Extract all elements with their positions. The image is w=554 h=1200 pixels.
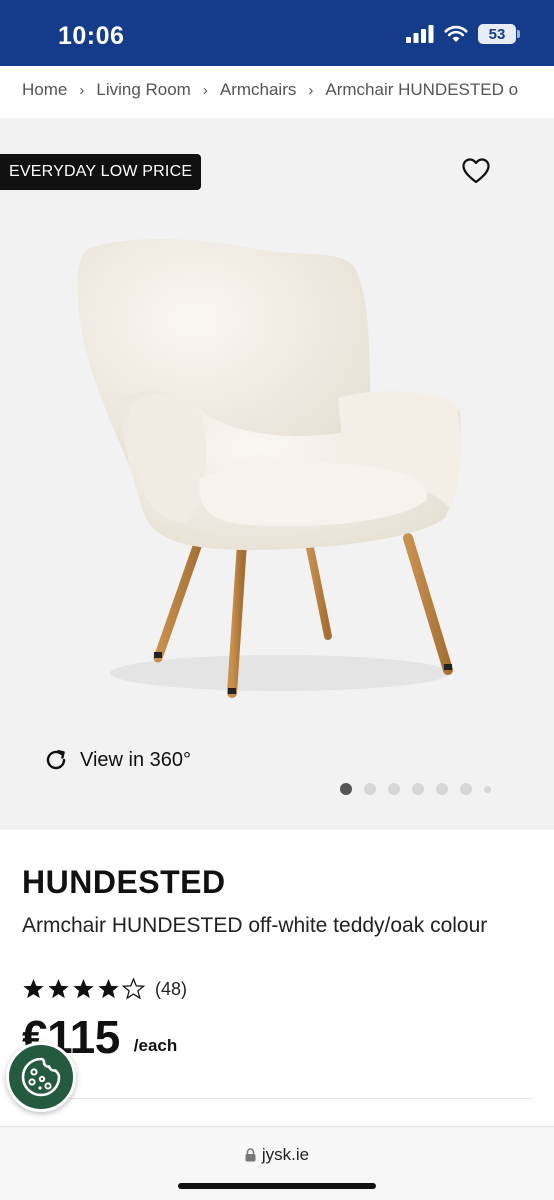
product-image[interactable]	[70, 238, 470, 708]
address-bar[interactable]: jysk.ie	[0, 1145, 554, 1165]
product-name: HUNDESTED	[22, 864, 226, 900]
rating[interactable]: (48)	[22, 978, 187, 1000]
divider	[22, 1098, 532, 1099]
product-description: Armchair HUNDESTED off-white teddy/oak c…	[22, 914, 488, 937]
url-text: jysk.ie	[261, 1145, 310, 1164]
breadcrumb: Home › Living Room › Armchairs › Armchai…	[0, 66, 554, 114]
gallery-dot[interactable]	[460, 783, 472, 795]
lock-icon	[245, 1148, 256, 1162]
star-filled-icon	[23, 978, 44, 999]
star-filled-icon	[73, 978, 94, 999]
wifi-icon	[444, 25, 468, 42]
star-filled-icon	[48, 978, 69, 999]
price-unit: /each	[133, 1036, 178, 1055]
gallery-dot[interactable]	[412, 783, 424, 795]
gallery-dot[interactable]	[484, 785, 491, 793]
gallery-dot[interactable]	[436, 783, 448, 795]
status-bar: 10:06 53	[0, 0, 554, 66]
home-indicator[interactable]	[178, 1183, 376, 1189]
chevron-right-icon: ›	[202, 81, 208, 99]
star-filled-icon	[98, 978, 119, 999]
chevron-right-icon: ›	[308, 81, 314, 99]
breadcrumb-current: Armchair HUNDESTED o	[325, 80, 519, 99]
gallery-dot[interactable]	[340, 783, 352, 795]
cookie-icon	[21, 1057, 61, 1097]
chevron-right-icon: ›	[79, 81, 85, 99]
gallery-pagination	[340, 783, 491, 795]
view-360-button[interactable]: View in 360°	[44, 748, 191, 772]
star-empty-icon	[122, 978, 145, 1000]
heart-icon[interactable]	[462, 158, 490, 184]
view-360-label: View in 360°	[80, 748, 192, 771]
breadcrumb-armchairs[interactable]: Armchairs	[220, 80, 297, 100]
status-icons: 53	[406, 24, 520, 44]
product-gallery[interactable]: EVERYDAY LOW PRICE View in 360°	[0, 118, 554, 830]
browser-bar: jysk.ie	[0, 1126, 554, 1200]
breadcrumb-home[interactable]: Home	[22, 80, 67, 100]
gallery-dot[interactable]	[388, 783, 400, 795]
cellular-signal-icon	[406, 25, 434, 43]
battery-icon: 53	[478, 24, 520, 44]
rotate-icon	[46, 750, 66, 770]
cookie-settings-button[interactable]	[6, 1042, 76, 1112]
status-time: 10:06	[58, 22, 125, 50]
gallery-dot[interactable]	[364, 783, 376, 795]
price-badge: EVERYDAY LOW PRICE	[0, 154, 202, 190]
review-count[interactable]: (48)	[155, 979, 187, 1000]
breadcrumb-living-room[interactable]: Living Room	[96, 80, 191, 100]
